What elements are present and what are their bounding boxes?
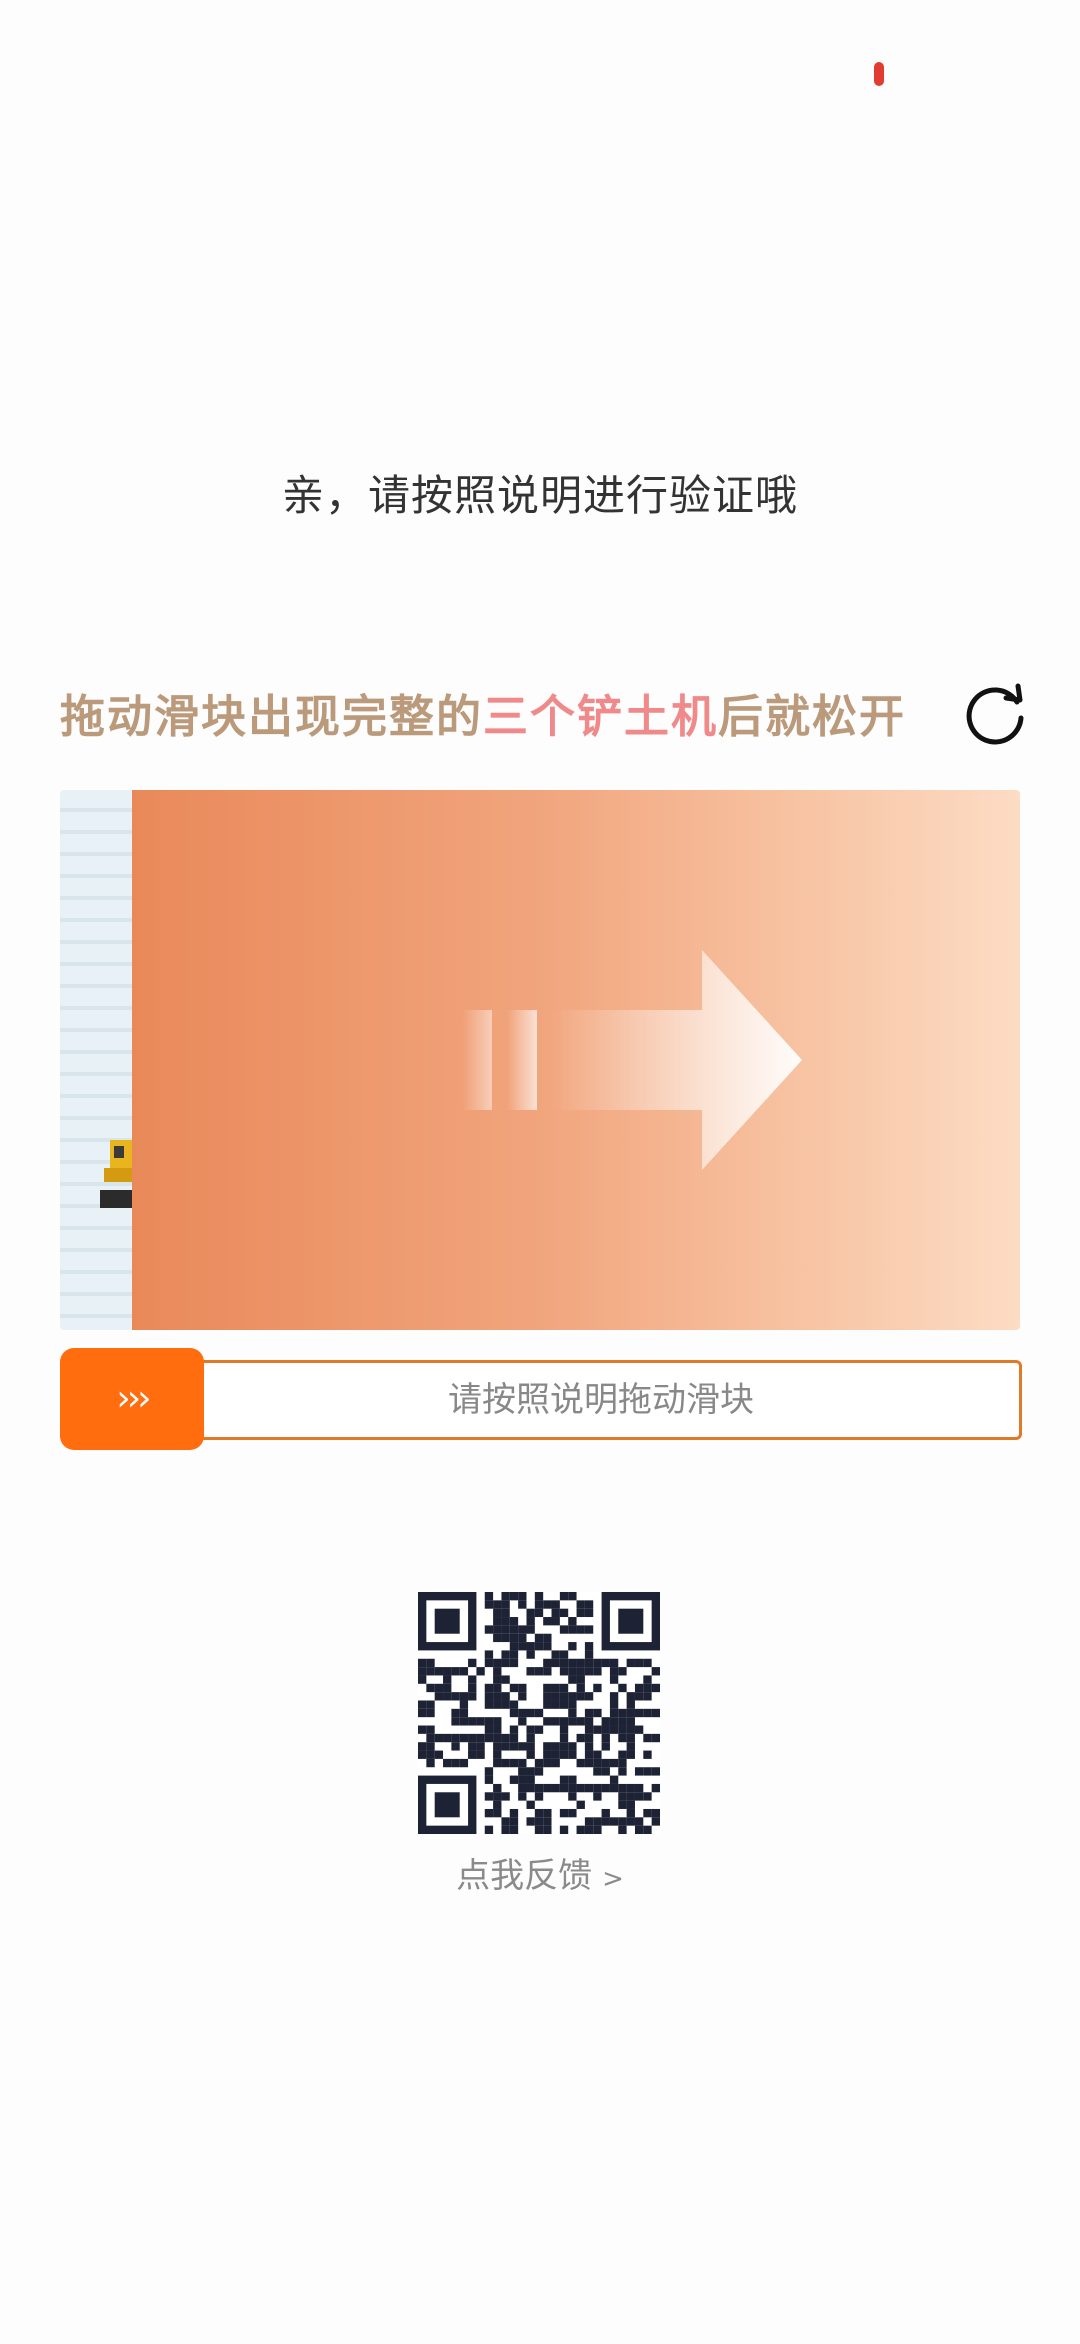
chevron-right-icon: > <box>602 1864 624 1894</box>
captcha-background <box>132 790 1020 1330</box>
excavator-icon <box>100 1140 132 1208</box>
instruction-highlight: 三个铲土机 <box>483 690 719 743</box>
slider-track-label: 请按照说明拖动滑块 <box>448 1380 754 1420</box>
instruction-part1: 拖动滑块出现完整的 <box>60 690 484 743</box>
slider-handle[interactable]: ››› <box>60 1348 204 1450</box>
instruction-row: 拖动滑块出现完整的三个铲土机后就松开 <box>60 660 1024 760</box>
feedback-link[interactable]: 点我反馈 > <box>0 1848 1080 1897</box>
instruction-text: 拖动滑块出现完整的三个铲土机后就松开 <box>60 680 906 745</box>
arrow-right-icon <box>462 950 802 1170</box>
qr-code-icon <box>418 1592 660 1834</box>
refresh-icon[interactable] <box>960 680 1030 750</box>
slider-control: 请按照说明拖动滑块 ››› <box>60 1348 1022 1450</box>
status-indicator <box>874 62 884 86</box>
captcha-image <box>60 790 1020 1330</box>
verify-prompt: 亲，请按照说明进行验证哦 <box>281 471 798 520</box>
puzzle-piece <box>60 790 132 1330</box>
feedback-label: 点我反馈 <box>456 1856 593 1896</box>
slider-track[interactable]: 请按照说明拖动滑块 <box>180 1360 1022 1440</box>
instruction-part2: 后就松开 <box>718 690 907 743</box>
